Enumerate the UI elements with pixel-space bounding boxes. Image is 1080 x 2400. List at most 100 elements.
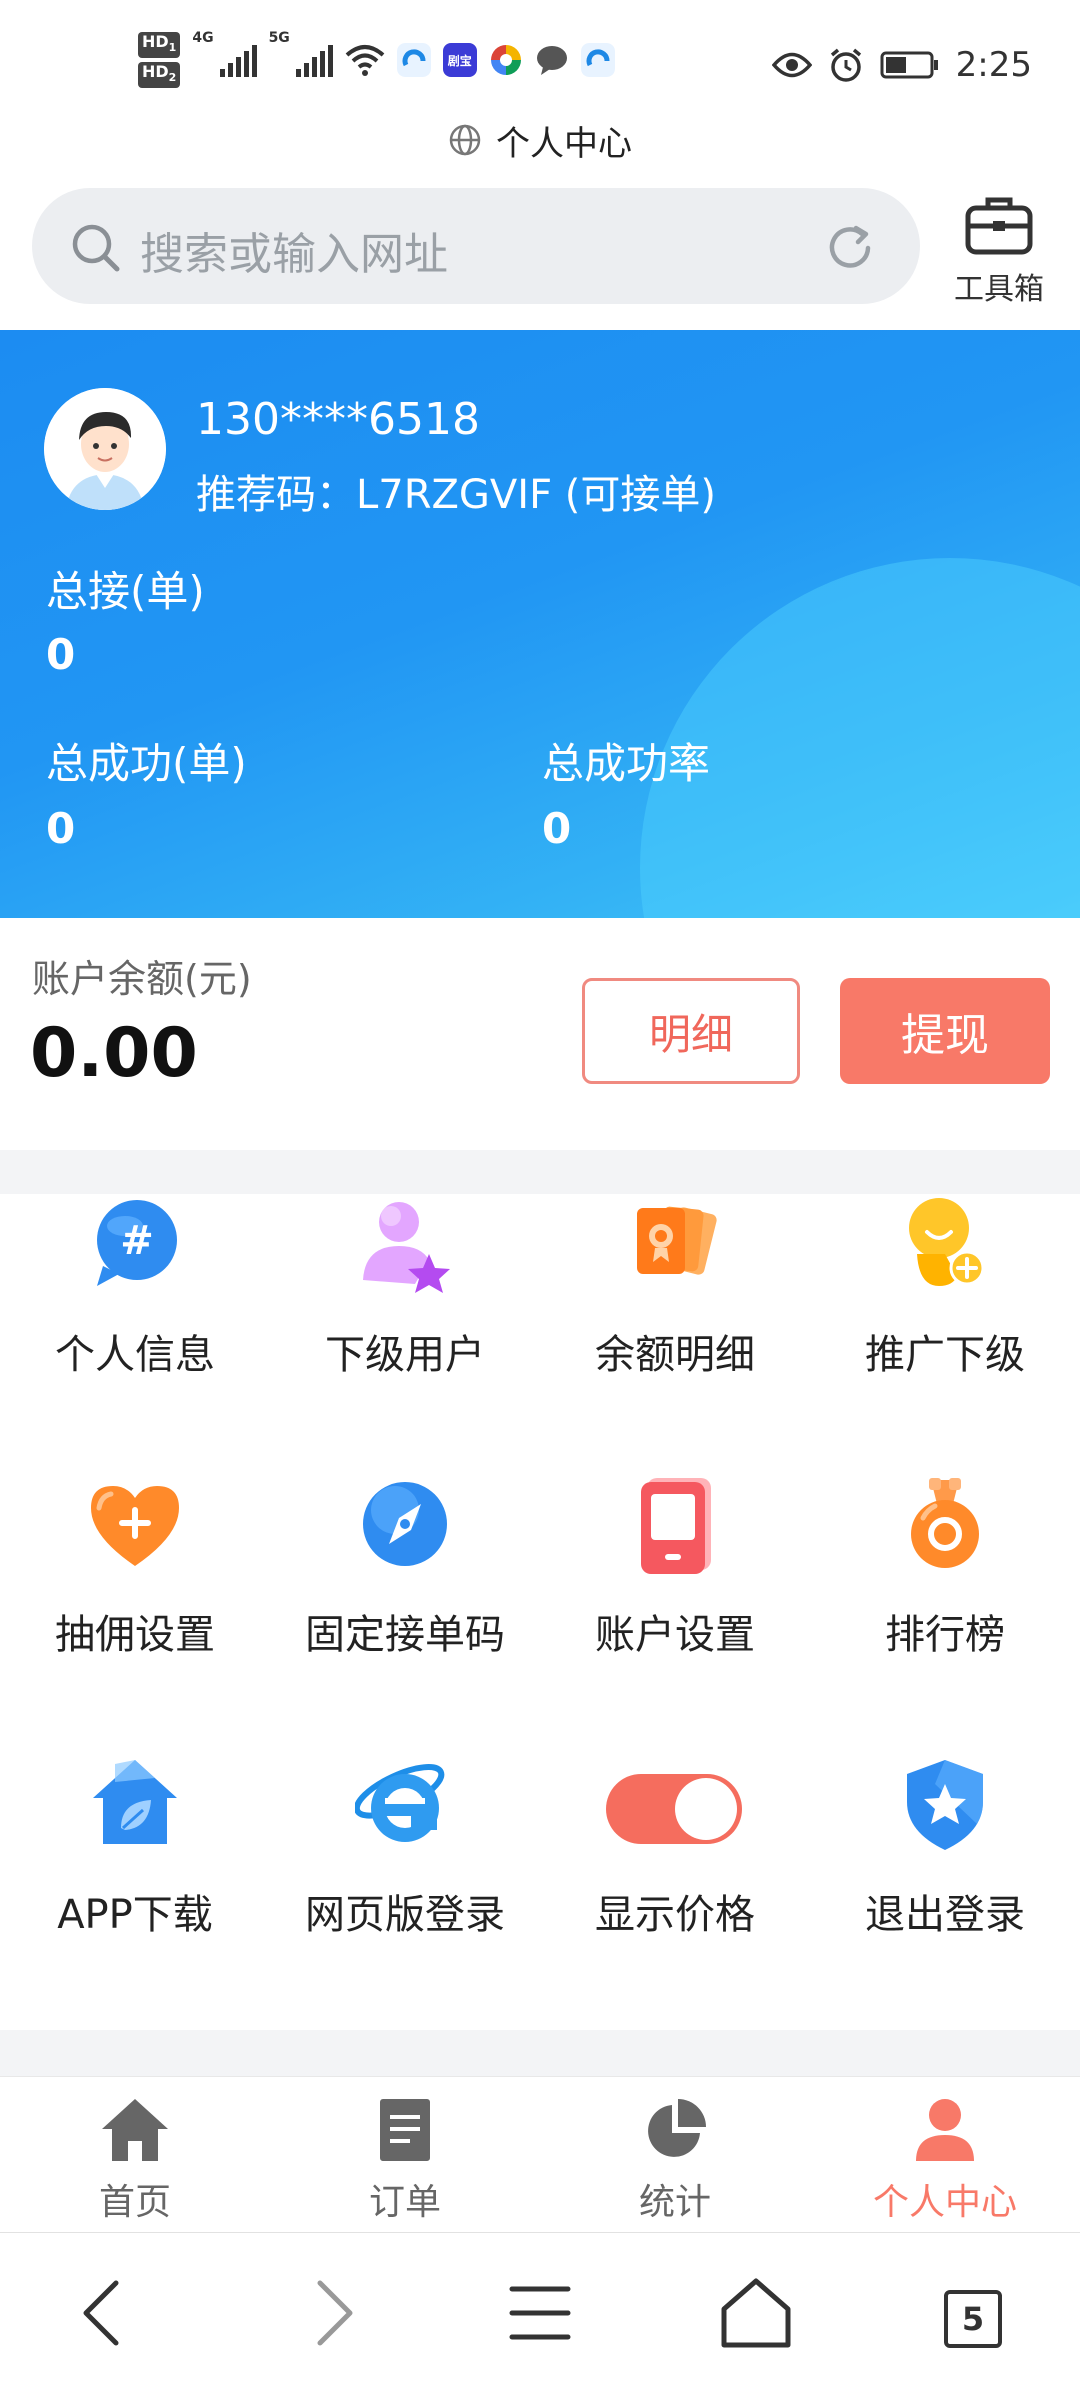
total-received-label: 总接(单) [46, 567, 205, 616]
refresh-icon[interactable] [822, 220, 878, 276]
section-divider [0, 1150, 1080, 1194]
grid-item-personal-info[interactable]: # 个人信息 [0, 1194, 270, 1474]
total-success-value: 0 [46, 804, 76, 853]
compass-icon [363, 1482, 447, 1566]
balance-value: 0.00 [30, 1014, 198, 1093]
heart-plus-icon [91, 1486, 179, 1566]
network-type-5g: 5G [268, 30, 290, 46]
browser-app-icon [396, 43, 431, 77]
grid-item-label: 个人信息 [55, 1332, 215, 1378]
grid-item-web-login[interactable]: 网页版登录 [270, 1754, 540, 2034]
phone-icon [641, 1478, 711, 1574]
home-leaf-icon [93, 1760, 177, 1844]
bottom-tab-bar: 首页 订单 统计 个人中心 [0, 2076, 1080, 2232]
user-star-icon [363, 1202, 450, 1293]
document-icon [380, 2099, 430, 2161]
chat-app-icon [536, 46, 567, 75]
tab-label: 订单 [368, 2182, 441, 2223]
grid-item-label: APP下载 [57, 1892, 213, 1938]
grid-item-label: 账户设置 [595, 1612, 755, 1658]
pie-chart-icon [648, 2099, 706, 2157]
avatar[interactable] [44, 388, 166, 510]
grid-item-label: 余额明细 [595, 1332, 755, 1378]
profile-card: 130****6518 推荐码：L7RZGVIF (可接单) 总接(单) 0 总… [0, 330, 1080, 918]
total-received-value: 0 [46, 630, 76, 679]
success-rate-label: 总成功率 [542, 739, 711, 788]
tab-label: 个人中心 [872, 2182, 1017, 2223]
person-icon [916, 2099, 974, 2161]
user-add-icon [909, 1198, 985, 1286]
grid-item-label: 抽佣设置 [55, 1612, 215, 1658]
detail-button[interactable]: 明细 [582, 978, 800, 1084]
grid-item-label: 下级用户 [325, 1332, 485, 1378]
page-title: 个人中心 [496, 123, 632, 164]
back-icon[interactable] [56, 2263, 156, 2363]
shield-star-icon [907, 1760, 983, 1850]
search-bar[interactable]: 搜索或输入网址 [32, 188, 920, 304]
home-icon[interactable] [706, 2263, 806, 2363]
network-type-4g: 4G [192, 30, 214, 46]
clock-time: 2:25 [955, 45, 1032, 85]
balance-label: 账户余额(元) [32, 957, 252, 1001]
grid-item-leaderboard[interactable]: 排行榜 [810, 1474, 1080, 1754]
referral-code: 推荐码：L7RZGVIF (可接单) [196, 472, 717, 518]
total-success-label: 总成功(单) [46, 739, 247, 788]
feature-grid: # 个人信息 下级用户 余额明细 推广下级 抽佣设置 固定接单码 账户设置 排行… [0, 1194, 1080, 2030]
user-phone: 130****6518 [196, 394, 480, 445]
grid-item-label: 固定接单码 [305, 1612, 505, 1658]
dual-sim-indicator: HD1 HD2 [138, 31, 181, 89]
forward-icon[interactable] [280, 2263, 380, 2363]
wifi-icon [345, 45, 385, 76]
browser-app-icon [580, 43, 615, 77]
toggle-icon[interactable] [604, 1770, 744, 1846]
balance-section: 账户余额(元) 0.00 明细 提现 [0, 918, 1080, 1150]
grid-item-fixed-order-code[interactable]: 固定接单码 [270, 1474, 540, 1754]
home-icon [102, 2099, 168, 2161]
success-rate-value: 0 [542, 804, 572, 853]
tab-statistics[interactable]: 统计 [540, 2077, 810, 2233]
toolbox-icon [965, 197, 1033, 255]
app-icon: 剧宝 [442, 43, 477, 77]
browser-navigation-bar [0, 2232, 1080, 2400]
search-input[interactable]: 搜索或输入网址 [140, 218, 448, 282]
grid-item-promote-subordinate[interactable]: 推广下级 [810, 1194, 1080, 1474]
grid-item-label: 退出登录 [865, 1892, 1025, 1938]
page-title-row: 个人中心 [0, 112, 1080, 168]
grid-item-balance-detail[interactable]: 余额明细 [540, 1194, 810, 1474]
pinwheel-app-icon [490, 45, 521, 75]
signal-icon [219, 43, 257, 77]
alarm-icon [830, 48, 861, 82]
withdraw-button[interactable]: 提现 [840, 978, 1050, 1084]
eye-icon [771, 52, 812, 78]
ie-browser-icon [355, 1764, 445, 1842]
grid-item-label: 排行榜 [885, 1612, 1005, 1658]
grid-item-label: 推广下级 [865, 1332, 1025, 1378]
grid-item-app-download[interactable]: APP下载 [0, 1754, 270, 2034]
grid-item-commission-settings[interactable]: 抽佣设置 [0, 1474, 270, 1754]
status-bar: HD1 HD2 4G 5G 剧宝 2:25 [0, 0, 1080, 120]
tab-label: 首页 [98, 2182, 171, 2223]
toolbox-button[interactable]: 工具箱 [944, 188, 1054, 308]
section-divider [0, 2030, 1080, 2076]
hashtag-chat-icon: # [97, 1200, 177, 1286]
grid-item-subordinate-users[interactable]: 下级用户 [270, 1194, 540, 1474]
medal-icon [911, 1478, 979, 1568]
grid-item-logout[interactable]: 退出登录 [810, 1754, 1080, 2034]
tabs-count-button[interactable]: 5 [944, 2290, 1002, 2348]
tab-orders[interactable]: 订单 [270, 2077, 540, 2233]
signal-icon [295, 43, 333, 77]
tab-home[interactable]: 首页 [0, 2077, 270, 2233]
toolbox-label: 工具箱 [954, 272, 1044, 307]
search-icon [72, 224, 120, 272]
grid-item-label: 显示价格 [595, 1892, 755, 1938]
cards-icon [637, 1206, 717, 1275]
globe-icon [449, 124, 481, 156]
tab-personal-center[interactable]: 个人中心 [810, 2077, 1080, 2233]
svg-text:#: # [120, 1218, 154, 1264]
grid-item-account-settings[interactable]: 账户设置 [540, 1474, 810, 1754]
battery-icon [880, 51, 938, 79]
grid-item-show-price[interactable]: 显示价格 [540, 1754, 810, 2034]
grid-item-label: 网页版登录 [305, 1892, 505, 1938]
menu-icon[interactable] [490, 2263, 590, 2363]
tab-label: 统计 [638, 2182, 711, 2223]
